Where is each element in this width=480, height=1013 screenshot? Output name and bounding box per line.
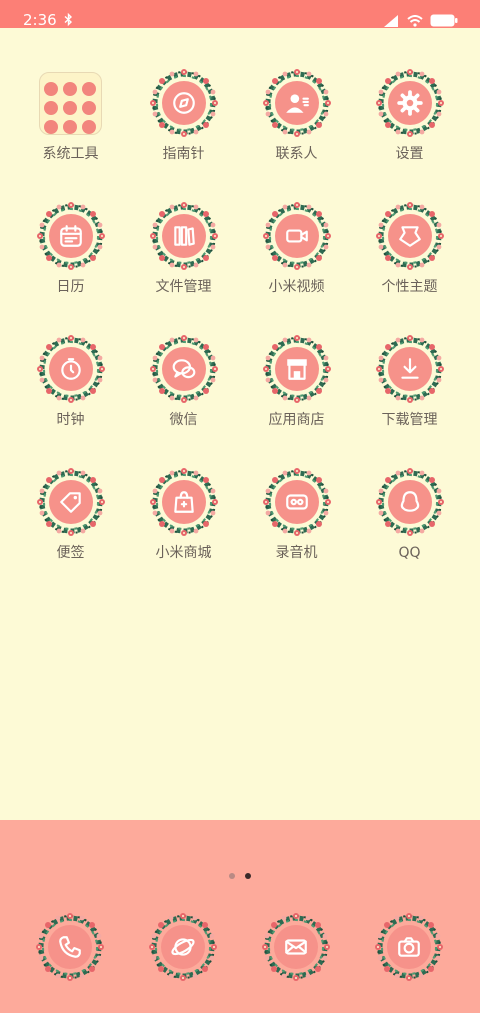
clock-icon — [48, 347, 93, 391]
page-dot-2[interactable] — [245, 873, 251, 879]
app-recorder[interactable]: 录音机 — [240, 466, 353, 562]
gear-icon — [387, 81, 432, 125]
file-manager-icon — [161, 214, 206, 258]
messages-icon — [274, 925, 318, 969]
app-label: 小米视频 — [268, 279, 325, 295]
app-folder[interactable]: 系统工具 — [14, 67, 127, 163]
app-label: 应用商店 — [268, 412, 325, 428]
dock-camera[interactable] — [373, 911, 445, 983]
video-icon — [274, 214, 319, 258]
app-label: 设置 — [395, 146, 424, 162]
app-label: 系统工具 — [42, 146, 99, 162]
app-label: 日历 — [56, 279, 85, 295]
app-qq[interactable]: QQ — [353, 466, 466, 562]
app-compass[interactable]: 指南针 — [127, 67, 240, 163]
page-indicator — [0, 873, 480, 881]
wifi-icon — [407, 14, 423, 27]
dock-phone[interactable] — [34, 911, 106, 983]
app-gear[interactable]: 设置 — [353, 67, 466, 163]
app-label: 小米商城 — [155, 545, 212, 561]
app-calendar[interactable]: 日历 — [14, 200, 127, 296]
download-icon — [387, 347, 432, 391]
notes-icon — [48, 480, 93, 524]
status-bar: 2:36 — [0, 0, 480, 28]
status-time: 2:36 — [23, 11, 57, 29]
app-label: 个性主题 — [381, 279, 438, 295]
page-dot-1[interactable] — [229, 873, 235, 879]
dock-browser[interactable] — [147, 911, 219, 983]
dock-messages[interactable] — [260, 911, 332, 983]
bluetooth-icon — [64, 12, 73, 30]
contacts-icon — [274, 81, 319, 125]
battery-icon — [430, 14, 458, 27]
app-mi-store[interactable]: 小米商城 — [127, 466, 240, 562]
app-label: 联系人 — [275, 146, 318, 162]
recorder-icon — [274, 480, 319, 524]
app-download[interactable]: 下载管理 — [353, 333, 466, 429]
app-label: 指南针 — [162, 146, 205, 162]
camera-icon — [387, 925, 431, 969]
calendar-icon — [48, 214, 93, 258]
app-store-icon — [274, 347, 319, 391]
app-label: 微信 — [169, 412, 198, 428]
qq-icon — [387, 480, 432, 524]
browser-icon — [161, 925, 205, 969]
app-label: 下载管理 — [381, 412, 438, 428]
app-label: 便签 — [56, 545, 85, 561]
app-clock[interactable]: 时钟 — [14, 333, 127, 429]
app-contacts[interactable]: 联系人 — [240, 67, 353, 163]
mi-store-icon — [161, 480, 206, 524]
app-label: 录音机 — [275, 545, 318, 561]
app-label: 时钟 — [56, 412, 85, 428]
app-label: QQ — [398, 545, 421, 561]
folder-icon — [38, 72, 102, 135]
app-theme[interactable]: 个性主题 — [353, 200, 466, 296]
app-video[interactable]: 小米视频 — [240, 200, 353, 296]
signal-icon — [384, 14, 400, 27]
compass-icon — [161, 81, 206, 125]
wechat-icon — [161, 347, 206, 391]
theme-icon — [387, 214, 432, 258]
app-label: 文件管理 — [155, 279, 212, 295]
app-app-store[interactable]: 应用商店 — [240, 333, 353, 429]
phone-icon — [48, 925, 92, 969]
app-wechat[interactable]: 微信 — [127, 333, 240, 429]
app-notes[interactable]: 便签 — [14, 466, 127, 562]
app-file-manager[interactable]: 文件管理 — [127, 200, 240, 296]
